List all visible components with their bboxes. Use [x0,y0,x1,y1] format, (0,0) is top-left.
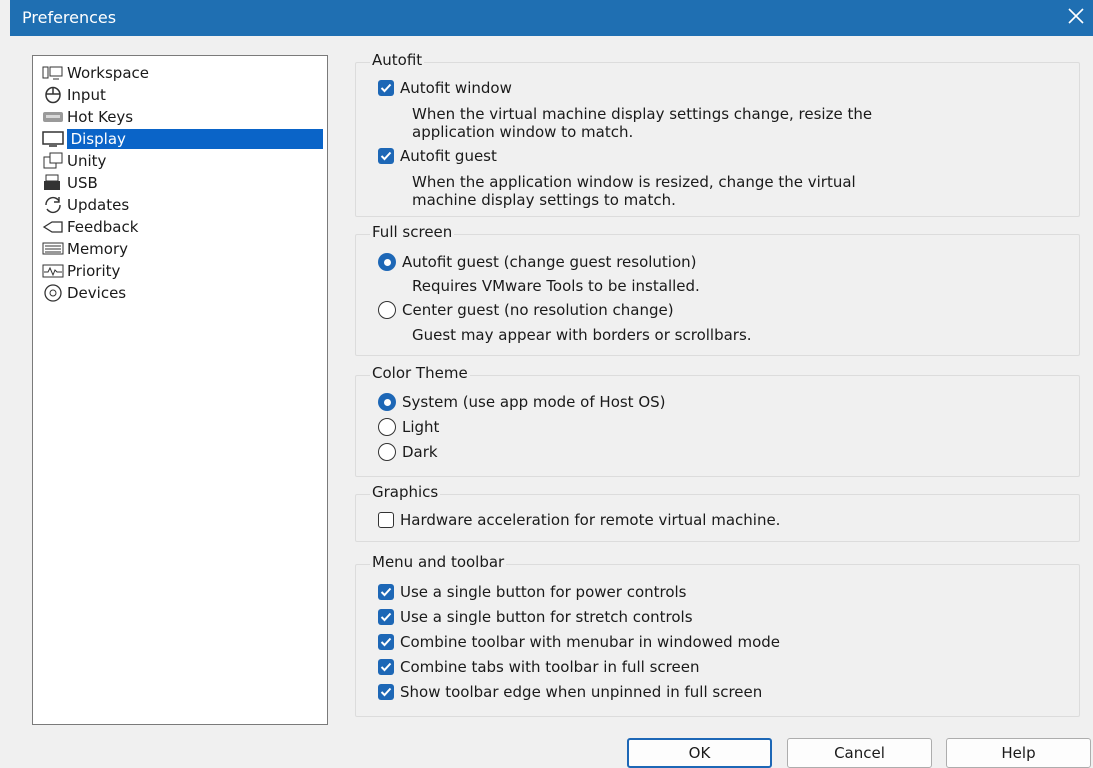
category-list[interactable]: Workspace Input Hot Keys Display Unity U… [32,55,328,725]
option-label: Use a single button for stretch controls [400,608,693,626]
usb-icon [39,173,67,193]
checkbox-checked-icon[interactable] [378,148,394,164]
window-edge [0,0,10,765]
option-label: Hardware acceleration for remote virtual… [400,511,781,529]
option-label: Autofit guest [400,147,497,165]
devices-icon [39,283,67,303]
option-label: Use a single button for power controls [400,583,687,601]
fullscreen-group: Full screen Autofit guest (change guest … [355,223,1080,356]
nav-item-unity[interactable]: Unity [35,150,323,172]
checkbox-checked-icon[interactable] [378,609,394,625]
workspace-icon [39,63,67,83]
feedback-icon [39,217,67,237]
unity-icon [39,151,67,171]
nav-label: Display [66,129,323,149]
option-label: System (use app mode of Host OS) [402,393,666,411]
group-title: Graphics [370,483,441,501]
ok-button[interactable]: OK [627,738,772,768]
group-title: Color Theme [370,364,470,382]
checkbox-checked-icon[interactable] [378,584,394,600]
priority-icon [39,261,67,281]
nav-item-priority[interactable]: Priority [35,260,323,282]
fullscreen-autofit-radio[interactable]: Autofit guest (change guest resolution) [378,253,697,271]
radio-unselected-icon[interactable] [378,443,396,461]
option-label: Combine toolbar with menubar in windowed… [400,633,781,651]
autofit-window-description: When the virtual machine display setting… [412,105,873,141]
nav-item-display[interactable]: Display [35,128,323,150]
autofit-window-checkbox[interactable]: Autofit window [378,79,512,97]
checkbox-checked-icon[interactable] [378,634,394,650]
updates-icon [39,195,67,215]
option-label: Show toolbar edge when unpinned in full … [400,683,763,701]
hotkeys-icon [39,107,67,127]
theme-system-radio[interactable]: System (use app mode of Host OS) [378,393,666,411]
color-theme-group: Color Theme System (use app mode of Host… [355,364,1080,477]
autofit-guest-checkbox[interactable]: Autofit guest [378,147,497,165]
nav-label: Unity [67,152,107,170]
theme-light-radio[interactable]: Light [378,418,439,436]
close-icon[interactable] [1065,5,1087,27]
nav-label: Input [67,86,106,104]
radio-unselected-icon[interactable] [378,301,396,319]
autofit-guest-description: When the application window is resized, … [412,173,856,209]
group-title: Menu and toolbar [370,553,507,571]
radio-selected-icon[interactable] [378,393,396,411]
hardware-acceleration-checkbox[interactable]: Hardware acceleration for remote virtual… [378,511,780,529]
nav-label: Hot Keys [67,108,134,126]
nav-item-input[interactable]: Input [35,84,323,106]
checkbox-unchecked-icon[interactable] [378,512,394,528]
menu-toolbar-group: Menu and toolbar Use a single button for… [355,553,1080,717]
nav-label: Workspace [67,64,149,82]
help-button[interactable]: Help [946,738,1091,768]
title-bar[interactable]: Preferences [10,0,1093,36]
show-toolbar-edge-checkbox[interactable]: Show toolbar edge when unpinned in full … [378,683,762,701]
radio-selected-icon[interactable] [378,253,396,271]
option-label: Combine tabs with toolbar in full screen [400,658,700,676]
checkbox-checked-icon[interactable] [378,684,394,700]
checkbox-checked-icon[interactable] [378,80,394,96]
fullscreen-center-radio[interactable]: Center guest (no resolution change) [378,301,674,319]
nav-item-usb[interactable]: USB [35,172,323,194]
nav-label: Priority [67,262,121,280]
nav-label: Updates [67,196,130,214]
radio-unselected-icon[interactable] [378,418,396,436]
nav-item-memory[interactable]: Memory [35,238,323,260]
nav-label: USB [67,174,98,192]
combine-tabs-toolbar-checkbox[interactable]: Combine tabs with toolbar in full screen [378,658,699,676]
option-label: Center guest (no resolution change) [402,301,674,319]
window-title: Preferences [22,8,117,27]
graphics-group: Graphics Hardware acceleration for remot… [355,483,1080,542]
autofit-group: Autofit Autofit window When the virtual … [355,51,1080,217]
single-power-button-checkbox[interactable]: Use a single button for power controls [378,583,687,601]
single-stretch-button-checkbox[interactable]: Use a single button for stretch controls [378,608,693,626]
checkbox-checked-icon[interactable] [378,659,394,675]
option-label: Autofit guest (change guest resolution) [402,253,697,271]
cancel-button[interactable]: Cancel [787,738,932,768]
option-label: Dark [402,443,438,461]
fullscreen-center-description: Guest may appear with borders or scrollb… [412,326,752,344]
input-icon [39,85,67,105]
nav-item-workspace[interactable]: Workspace [35,62,323,84]
theme-dark-radio[interactable]: Dark [378,443,438,461]
memory-icon [39,239,67,259]
nav-item-updates[interactable]: Updates [35,194,323,216]
group-title: Full screen [370,223,455,241]
option-label: Light [402,418,440,436]
nav-item-hot-keys[interactable]: Hot Keys [35,106,323,128]
group-title: Autofit [370,51,425,69]
combine-toolbar-menubar-checkbox[interactable]: Combine toolbar with menubar in windowed… [378,633,780,651]
display-icon [39,129,67,149]
option-label: Autofit window [400,79,512,97]
fullscreen-autofit-description: Requires VMware Tools to be installed. [412,277,700,295]
nav-label: Feedback [67,218,139,236]
nav-label: Devices [67,284,127,302]
nav-item-devices[interactable]: Devices [35,282,323,304]
nav-item-feedback[interactable]: Feedback [35,216,323,238]
nav-label: Memory [67,240,129,258]
